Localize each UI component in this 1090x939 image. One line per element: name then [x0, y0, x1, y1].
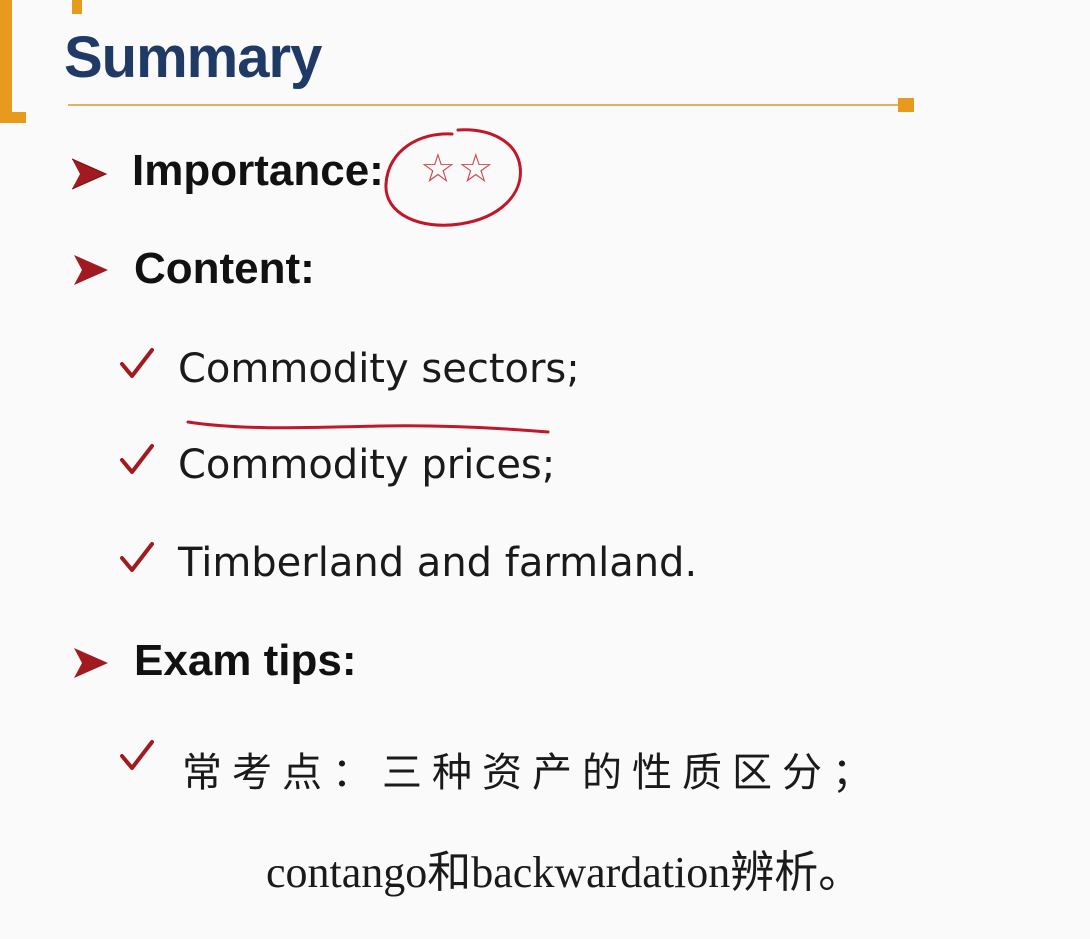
- exam-tip-line-1: 常考点：三种资产的性质区分；: [182, 750, 882, 796]
- importance-stars: ☆☆: [420, 146, 496, 192]
- content-item: Commodity sectors;: [178, 346, 580, 392]
- content-item: Timberland and farmland.: [178, 540, 698, 586]
- content-item: Commodity prices;: [178, 442, 556, 488]
- arrow-bullet-icon: [70, 157, 108, 191]
- content-label: Content:: [134, 244, 315, 293]
- title-rule: [68, 104, 904, 106]
- arrow-bullet-icon: [72, 253, 110, 287]
- title-rule-endcap: [898, 98, 914, 112]
- slide: Summary Importance: ☆☆ Content: Commodit…: [0, 0, 1090, 939]
- accent-bracket-horizontal: [0, 112, 26, 123]
- check-bullet-icon: [120, 442, 154, 476]
- slide-title: Summary: [64, 25, 322, 90]
- check-bullet-icon: [120, 346, 154, 380]
- arrow-bullet-icon: [72, 646, 110, 680]
- ink-underline-commodity-sectors: [186, 420, 550, 434]
- exam-tip-line-2: contango和backwardation辨析。: [266, 848, 863, 897]
- importance-label: Importance:: [132, 146, 384, 195]
- check-bullet-icon: [120, 540, 154, 574]
- accent-bracket-vertical: [0, 0, 12, 123]
- accent-top-tick: [72, 0, 82, 14]
- exam-tips-label: Exam tips:: [134, 636, 357, 685]
- check-bullet-icon: [120, 738, 154, 772]
